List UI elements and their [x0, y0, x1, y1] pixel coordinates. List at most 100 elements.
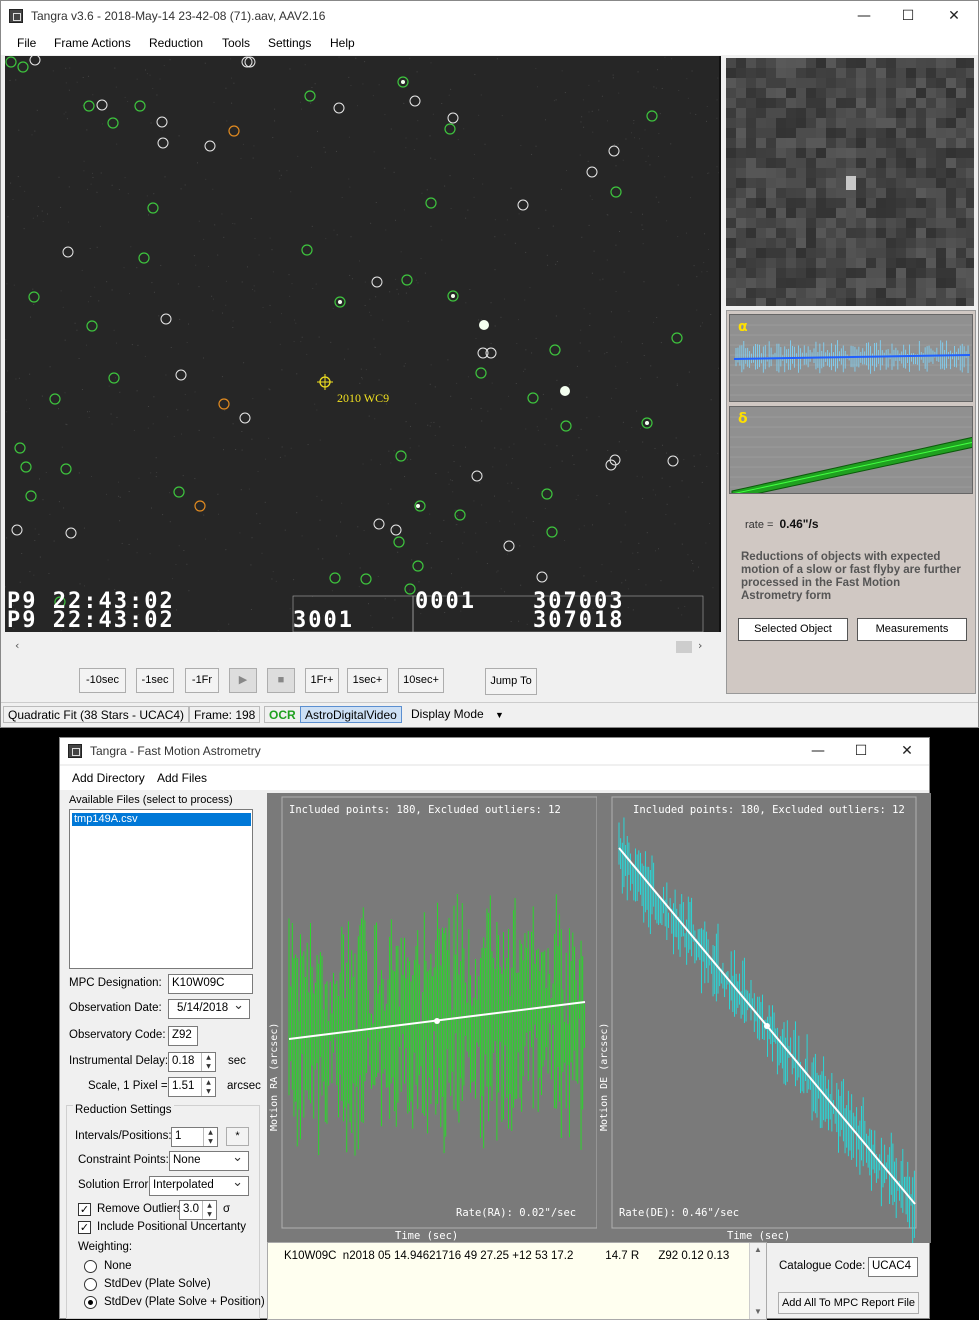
back-10sec-button[interactable]: -10sec: [79, 668, 126, 693]
identified-star-marker: [560, 420, 572, 432]
jump-to-button[interactable]: Jump To: [485, 668, 537, 695]
star: [451, 294, 455, 298]
mpc-designation-field[interactable]: K10W09C: [168, 974, 253, 994]
scroll-left-icon[interactable]: ‹: [15, 639, 19, 652]
output-scrollbar[interactable]: ▲ ▼: [749, 1243, 766, 1319]
unidentified-star-marker: [160, 313, 172, 325]
menu-add-files[interactable]: Add Files: [157, 771, 207, 785]
video-frame[interactable]: 2010 WC9 P9 22:43:02 0001 307003 P9 22:4…: [5, 56, 721, 632]
observation-date-picker[interactable]: 5/14/2018: [168, 999, 250, 1019]
unidentified-star-marker: [204, 140, 216, 152]
identified-star-marker: [107, 117, 119, 129]
catalogue-code-field[interactable]: UCAC4: [868, 1257, 918, 1277]
file-item[interactable]: tmp149A.csv: [72, 813, 251, 826]
scale-stepper[interactable]: 1.51 ▲ ▼: [168, 1077, 216, 1097]
spinner-icon[interactable]: ▲ ▼: [201, 1078, 215, 1096]
observation-date-value: 5/14/2018: [177, 1002, 229, 1014]
mpc-output-line[interactable]: K10W09C n2018 05 14.94621716 49 27.25 +1…: [284, 1250, 729, 1262]
intervals-stepper[interactable]: 1 ▲ ▼: [171, 1127, 218, 1147]
identified-star-marker: [108, 372, 120, 384]
de-plot-header: Included points: 180, Excluded outliers:…: [633, 804, 905, 816]
weighting-platesolve-radio[interactable]: [84, 1278, 97, 1291]
outlier-sigma-stepper[interactable]: 3.0 ▲ ▼: [179, 1200, 217, 1220]
star: [416, 504, 420, 508]
back-1frame-button[interactable]: -1Fr: [185, 668, 219, 693]
mpc-output-box[interactable]: K10W09C n2018 05 14.94621716 49 27.25 +1…: [267, 1242, 767, 1320]
menu-reduction[interactable]: Reduction: [149, 36, 203, 50]
instrumental-delay-stepper[interactable]: 0.18 ▲ ▼: [168, 1052, 216, 1072]
observatory-code-field[interactable]: Z92: [168, 1026, 198, 1046]
spinner-icon[interactable]: ▲ ▼: [202, 1201, 216, 1219]
close-icon[interactable]: ✕: [931, 1, 977, 31]
intervals-value: 1: [175, 1130, 182, 1142]
unidentified-star-marker: [373, 518, 385, 530]
measurements-button[interactable]: Measurements: [857, 618, 967, 641]
menu-frame-actions[interactable]: Frame Actions: [54, 36, 131, 50]
outlier-sigma-value: 3.0: [183, 1203, 199, 1215]
identified-star-marker: [395, 450, 407, 462]
selected-object-button[interactable]: Selected Object: [738, 618, 848, 641]
de-motion-plot: Included points: 180, Excluded outliers:…: [597, 793, 931, 1243]
forward-10sec-button[interactable]: 10sec+: [398, 668, 444, 693]
scroll-thumb[interactable]: [676, 641, 692, 653]
identified-star-marker: [404, 583, 416, 595]
ocr-status[interactable]: OCR: [264, 706, 301, 723]
de-center-point: [764, 1023, 770, 1029]
scale-value: 1.51: [172, 1080, 195, 1092]
add-to-mpc-report-button[interactable]: Add All To MPC Report File: [778, 1292, 919, 1314]
identified-star-marker: [173, 486, 185, 498]
maximize-icon[interactable]: ☐: [885, 1, 931, 31]
identified-star-marker: [147, 202, 159, 214]
observation-date-label: Observation Date:: [69, 1002, 162, 1014]
menu-settings[interactable]: Settings: [268, 36, 311, 50]
unidentified-star-marker: [409, 95, 421, 107]
scroll-right-icon[interactable]: ›: [698, 639, 702, 652]
weighting-platesolve-position-label: StdDev (Plate Solve + Position): [104, 1296, 265, 1308]
menu-help[interactable]: Help: [330, 36, 355, 50]
scroll-up-icon[interactable]: ▲: [754, 1245, 762, 1254]
weighting-platesolve-position-radio[interactable]: [84, 1296, 97, 1309]
display-mode-dropdown[interactable]: Display Mode ▼: [403, 706, 512, 723]
spinner-icon[interactable]: ▲ ▼: [203, 1128, 217, 1146]
maximize-icon[interactable]: ☐: [838, 738, 884, 764]
minimize-icon[interactable]: —: [795, 738, 841, 764]
tangra-main-window: Tangra v3.6 - 2018-May-14 23-42-08 (71).…: [0, 0, 979, 728]
fit-status: Quadratic Fit (38 Stars - UCAC4): [3, 706, 190, 723]
play-icon[interactable]: ▶: [229, 668, 257, 693]
de-plot-ylabel: Motion DE (arcsec): [599, 1022, 610, 1131]
menu-add-directory[interactable]: Add Directory: [72, 771, 145, 785]
solution-error-select[interactable]: Interpolated: [149, 1176, 249, 1196]
identified-star-marker: [393, 536, 405, 548]
identified-star-marker: [83, 100, 95, 112]
frame-scrollbar[interactable]: ‹ ›: [5, 638, 721, 656]
star-field[interactable]: [5, 56, 721, 632]
unidentified-star-marker: [667, 455, 679, 467]
stop-icon[interactable]: ■: [267, 668, 295, 693]
remove-outliers-checkbox[interactable]: ✓: [78, 1203, 91, 1216]
intervals-extra-button[interactable]: *: [226, 1127, 249, 1146]
identified-star-marker: [5, 56, 17, 68]
constraint-points-label: Constraint Points:: [78, 1154, 169, 1166]
reference-star-marker: [218, 398, 230, 410]
minimize-icon[interactable]: —: [841, 1, 887, 31]
weighting-none-label: None: [104, 1260, 132, 1272]
identified-star-marker: [28, 291, 40, 303]
identified-star-marker: [475, 367, 487, 379]
constraint-points-select[interactable]: None: [169, 1151, 249, 1171]
identified-star-marker: [401, 274, 413, 286]
menu-tools[interactable]: Tools: [222, 36, 250, 50]
fma-window-title: Tangra - Fast Motion Astrometry: [90, 744, 261, 758]
close-icon[interactable]: ✕: [884, 738, 930, 764]
identified-star-marker: [14, 442, 26, 454]
star: [560, 386, 570, 396]
back-1sec-button[interactable]: -1sec: [136, 668, 174, 693]
forward-1sec-button[interactable]: 1sec+: [347, 668, 388, 693]
files-list[interactable]: tmp149A.csv: [69, 809, 253, 969]
reduction-settings-label: Reduction Settings: [73, 1104, 174, 1116]
include-positional-checkbox[interactable]: ✓: [78, 1221, 91, 1234]
menu-file[interactable]: File: [17, 36, 36, 50]
weighting-none-radio[interactable]: [84, 1260, 97, 1273]
spinner-icon[interactable]: ▲ ▼: [201, 1053, 215, 1071]
forward-1frame-button[interactable]: 1Fr+: [305, 668, 339, 693]
scroll-down-icon[interactable]: ▼: [754, 1307, 762, 1316]
